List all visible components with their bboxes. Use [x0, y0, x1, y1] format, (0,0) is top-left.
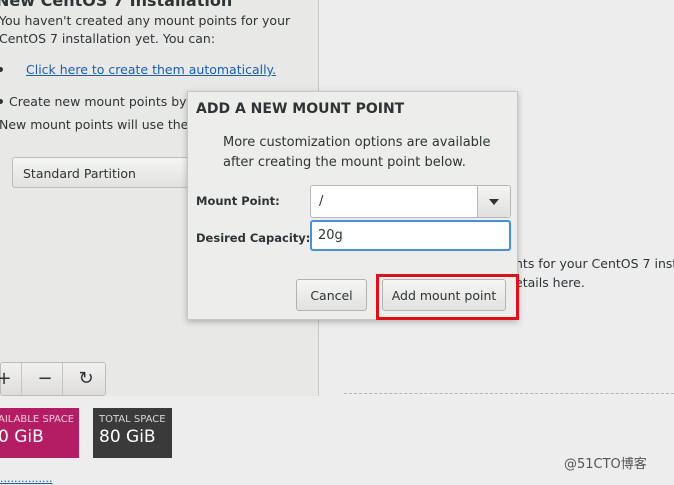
mount-point-combobox[interactable]: /	[310, 185, 511, 218]
desired-capacity-input[interactable]	[310, 220, 511, 251]
bullet-icon	[0, 67, 3, 72]
create-automatically-link[interactable]: Click here to create them automatically.	[26, 62, 276, 77]
divider	[344, 393, 674, 394]
available-space-label: AILABLE SPACE	[0, 414, 75, 425]
bullet-icon	[0, 99, 3, 104]
storage-summary-link[interactable]: ...............	[0, 472, 52, 485]
remove-mount-point-button[interactable]: −	[28, 363, 63, 395]
add-mount-point-confirm-button[interactable]: Add mount point	[382, 279, 506, 311]
mount-point-value[interactable]: /	[319, 186, 323, 217]
cancel-button[interactable]: Cancel	[296, 279, 367, 311]
total-space-badge: TOTAL SPACE 80 GiB	[93, 408, 172, 458]
total-space-value: 80 GiB	[99, 427, 156, 447]
watermark: @51CTO博客	[564, 457, 647, 472]
available-space-badge: AILABLE SPACE 0 GiB	[0, 408, 79, 458]
refresh-icon[interactable]: ↻	[69, 363, 103, 395]
available-space-value: 0 GiB	[0, 427, 44, 447]
installation-title: New CentOS 7 Installation	[0, 0, 233, 10]
intro-text: You haven't created any mount points for…	[0, 13, 291, 46]
create-manually-text: Create new mount points by cl	[9, 94, 201, 109]
mount-point-label: Mount Point:	[196, 194, 280, 208]
details-placeholder-text: nts for your CentOS 7 inst etails here.	[515, 256, 674, 290]
mount-point-toolbar: + − ↻	[0, 362, 106, 396]
total-space-label: TOTAL SPACE	[99, 414, 166, 425]
desired-capacity-label: Desired Capacity:	[196, 231, 311, 245]
add-mount-point-button[interactable]: +	[0, 363, 22, 395]
dialog-description: More customization options are available…	[223, 135, 491, 170]
chevron-down-icon[interactable]	[477, 186, 510, 217]
add-mount-point-dialog: ADD A NEW MOUNT POINT More customization…	[187, 91, 518, 320]
dialog-title: ADD A NEW MOUNT POINT	[196, 101, 405, 117]
